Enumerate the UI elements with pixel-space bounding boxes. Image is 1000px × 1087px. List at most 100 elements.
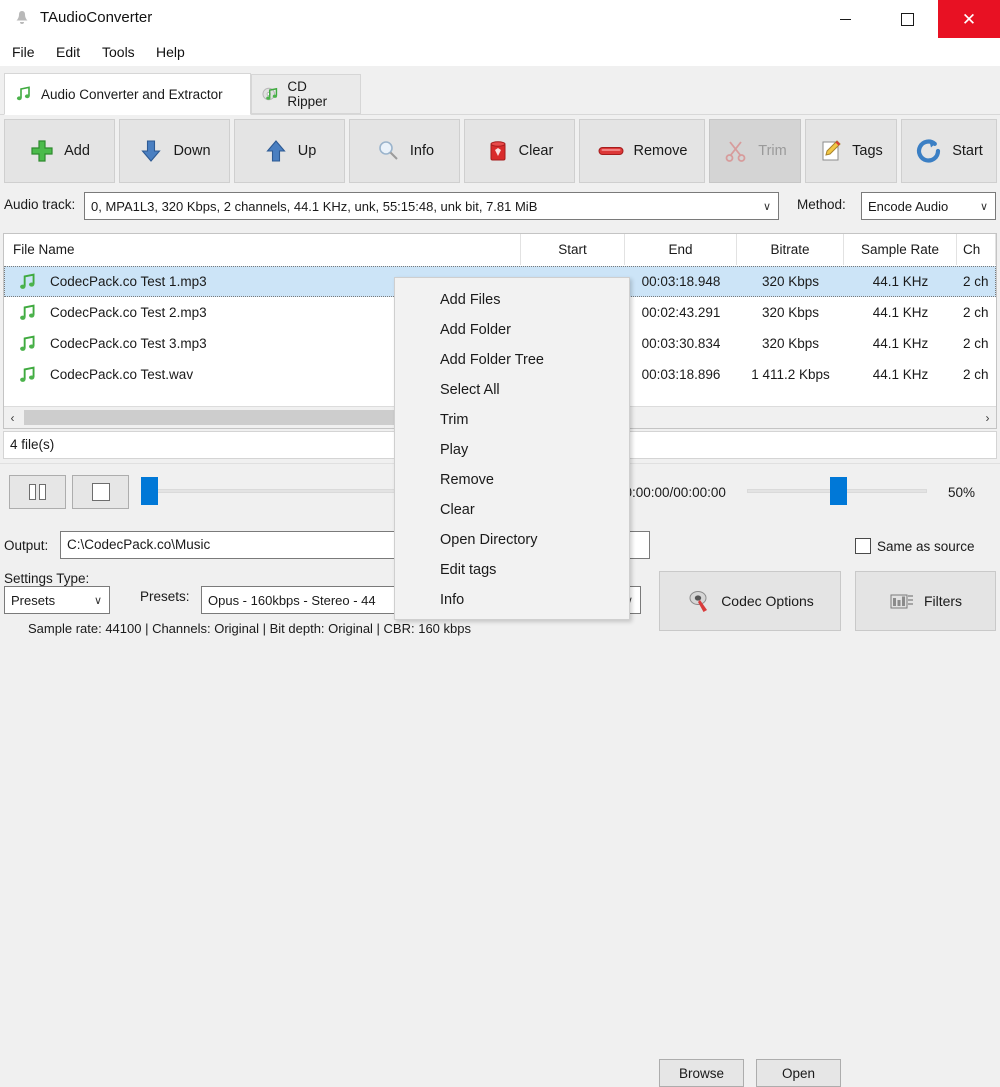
context-menu-item-trim[interactable]: Trim (396, 405, 630, 435)
cell-sample-rate: 44.1 KHz (872, 336, 929, 351)
tab-label: CD Ripper (287, 79, 328, 109)
tab-audio-converter[interactable]: Audio Converter and Extractor (4, 73, 251, 115)
tab-strip: Audio Converter and Extractor CD Ripper … (0, 66, 1000, 176)
cd-music-icon (262, 87, 278, 101)
scroll-right-arrow-icon[interactable]: › (979, 407, 996, 428)
tags-button[interactable]: Tags (805, 119, 897, 183)
scroll-left-arrow-icon[interactable]: ‹ (4, 407, 21, 428)
cell-bitrate: 320 Kbps (761, 274, 820, 289)
volume-slider[interactable] (747, 477, 927, 505)
start-label: Start (952, 143, 983, 159)
context-menu-item-edit-tags[interactable]: Edit tags (396, 555, 630, 585)
method-label: Method: (797, 197, 846, 212)
method-select[interactable]: Encode Audio ∨ (861, 192, 996, 220)
cell-file-name: CodecPack.co Test 1.mp3 (50, 274, 207, 289)
minimize-button[interactable] (814, 0, 876, 38)
chevron-down-icon: ∨ (762, 200, 772, 213)
info-button[interactable]: Info (349, 119, 460, 183)
menu-bar: File Edit Tools Help (0, 38, 1000, 66)
cell-bitrate: 320 Kbps (761, 336, 820, 351)
seek-thumb[interactable] (141, 477, 158, 505)
cell-bitrate: 1 411.2 Kbps (751, 367, 830, 382)
column-header-start[interactable]: Start (521, 234, 625, 265)
menu-item-help[interactable]: Help (149, 42, 192, 62)
taudioconverter-window: TAudioConverter ✕ File Edit Tools Help A… (0, 0, 1000, 1087)
blue-arrow-up-icon (266, 140, 286, 162)
same-as-source-checkbox[interactable]: Same as source (855, 538, 975, 554)
audio-track-value: 0, MPA1L3, 320 Kbps, 2 channels, 44.1 KH… (91, 198, 538, 214)
magnifier-icon (379, 141, 398, 160)
trim-button: Trim (709, 119, 801, 183)
context-menu-item-select-all[interactable]: Select All (396, 375, 630, 405)
pause-button[interactable] (9, 475, 66, 509)
cell-sample-rate: 44.1 KHz (872, 367, 929, 382)
context-menu-item-add-folder-tree[interactable]: Add Folder Tree (396, 345, 630, 375)
settings-type-select[interactable]: Presets ∨ (4, 586, 110, 614)
column-header-end[interactable]: End (625, 234, 737, 265)
trim-label: Trim (758, 143, 787, 159)
cell-channels: 2 ch (963, 305, 989, 320)
tags-label: Tags (852, 143, 883, 159)
menu-item-tools[interactable]: Tools (95, 42, 142, 62)
menu-item-file[interactable]: File (5, 42, 42, 62)
music-note-icon (20, 335, 35, 351)
column-header-bitrate[interactable]: Bitrate (737, 234, 844, 265)
chevron-down-icon: ∨ (979, 200, 989, 213)
blue-refresh-icon (917, 139, 941, 163)
context-menu-item-info[interactable]: Info (396, 585, 630, 615)
app-icon (16, 11, 28, 24)
context-menu-item-add-files[interactable]: Add Files (396, 285, 630, 315)
menu-item-edit[interactable]: Edit (49, 42, 87, 62)
up-button[interactable]: Up (234, 119, 345, 183)
music-note-icon (20, 366, 35, 382)
down-label: Down (173, 143, 211, 159)
context-menu-item-play[interactable]: Play (396, 435, 630, 465)
tab-label: Audio Converter and Extractor (41, 86, 223, 102)
open-button[interactable]: Open (756, 1059, 841, 1087)
minimize-icon (839, 18, 851, 20)
context-menu-item-open-directory[interactable]: Open Directory (396, 525, 630, 555)
method-value: Encode Audio (868, 198, 949, 214)
open-label: Open (781, 1065, 816, 1081)
pause-icon (29, 484, 46, 500)
file-count-label: 4 file(s) (10, 437, 55, 452)
info-label: Info (409, 143, 435, 159)
column-header-file-name[interactable]: File Name (4, 234, 521, 265)
close-button[interactable]: ✕ (938, 0, 1000, 38)
clear-button[interactable]: Clear (464, 119, 575, 183)
green-plus-icon (31, 140, 53, 162)
context-menu[interactable]: Add Files Add Folder Add Folder Tree Sel… (394, 277, 630, 620)
audio-track-label: Audio track: (4, 197, 76, 212)
title-bar: TAudioConverter ✕ (0, 0, 1000, 38)
cell-sample-rate: 44.1 KHz (872, 305, 929, 320)
checkbox-box[interactable] (855, 538, 871, 554)
context-menu-item-remove[interactable]: Remove (396, 465, 630, 495)
chevron-down-icon: ∨ (93, 594, 103, 607)
remove-button[interactable]: Remove (579, 119, 705, 183)
start-button[interactable]: Start (901, 119, 997, 183)
browse-button[interactable]: Browse (659, 1059, 744, 1087)
blue-arrow-down-icon (141, 140, 162, 162)
column-header-sample-rate[interactable]: Sample Rate (844, 234, 957, 265)
cell-file-name: CodecPack.co Test 2.mp3 (50, 305, 207, 320)
context-menu-item-clear[interactable]: Clear (396, 495, 630, 525)
cell-end: 00:03:18.948 (641, 274, 721, 289)
browse-label: Browse (678, 1065, 724, 1081)
down-button[interactable]: Down (119, 119, 230, 183)
cell-end: 00:02:43.291 (641, 305, 721, 320)
output-label: Output: (4, 538, 49, 553)
maximize-button[interactable] (876, 0, 938, 38)
cell-file-name: CodecPack.co Test.wav (50, 367, 194, 382)
cell-sample-rate: 44.1 KHz (872, 274, 929, 289)
context-menu-item-add-folder[interactable]: Add Folder (396, 315, 630, 345)
audio-track-select[interactable]: 0, MPA1L3, 320 Kbps, 2 channels, 44.1 KH… (84, 192, 779, 220)
tab-cd-ripper[interactable]: CD Ripper (251, 74, 361, 114)
stop-icon (91, 483, 110, 501)
stop-button[interactable] (72, 475, 129, 509)
add-button[interactable]: Add (4, 119, 115, 183)
column-header-channels[interactable]: Ch (957, 234, 996, 265)
main-toolbar: Add Down Up Info Clear Remove Trim Tags … (0, 117, 1000, 187)
cell-file-name: CodecPack.co Test 3.mp3 (50, 336, 207, 351)
up-label: Up (297, 143, 317, 159)
volume-thumb[interactable] (830, 477, 847, 505)
